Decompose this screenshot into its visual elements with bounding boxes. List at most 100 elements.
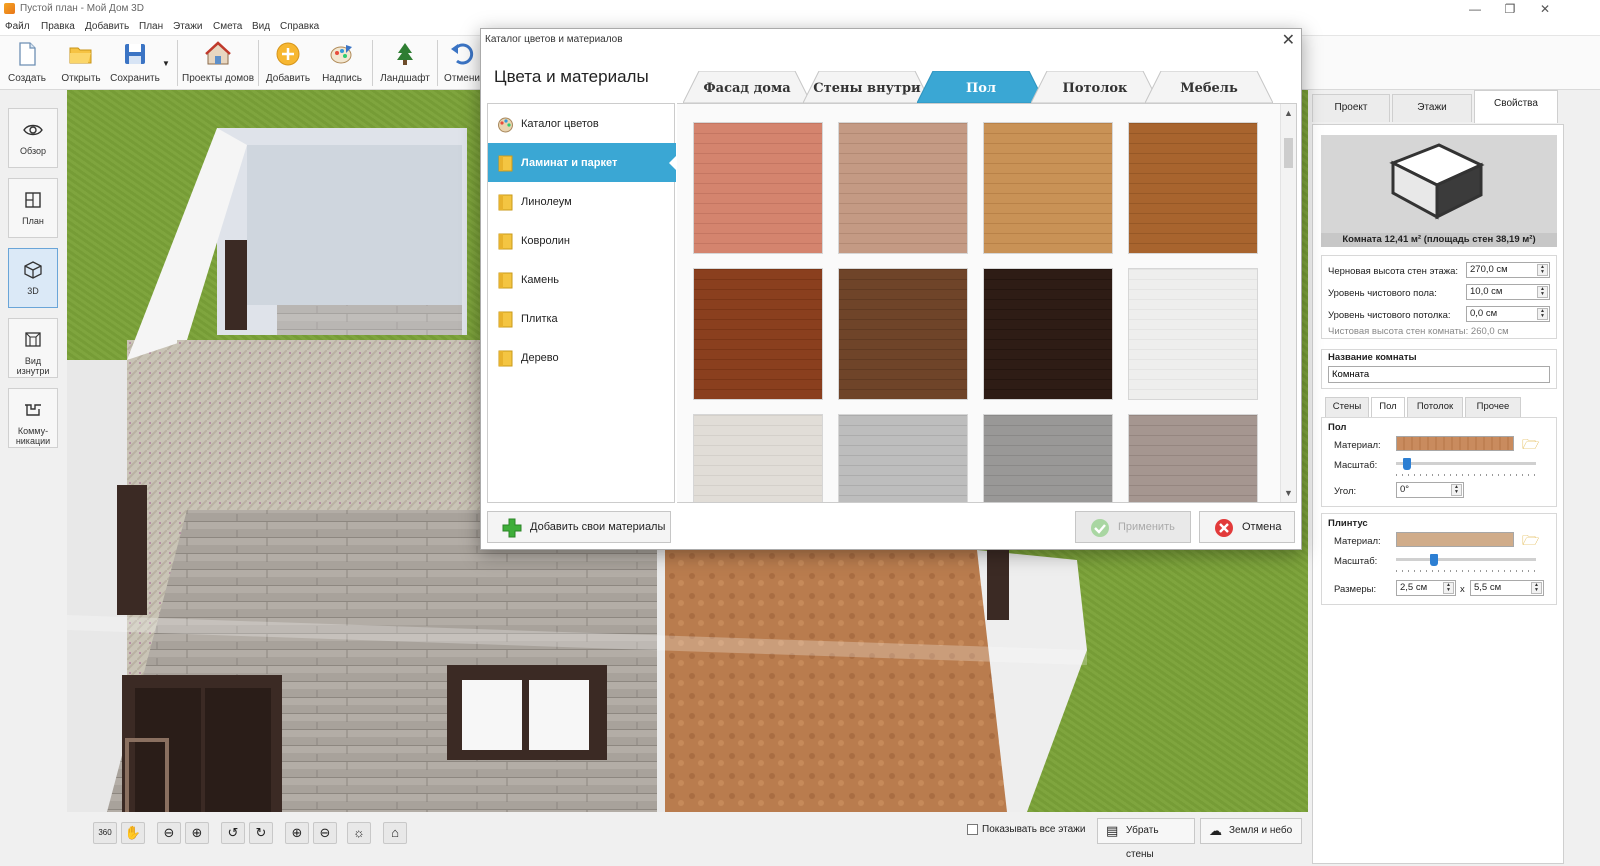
material-grid-scrollbar[interactable]: ▲ ▼: [1280, 104, 1296, 502]
zoom-in-icon[interactable]: ⊕: [185, 822, 209, 844]
floor-material-swatch[interactable]: [1396, 436, 1514, 451]
floor-scale-thumb[interactable]: [1403, 458, 1412, 470]
plan-view-button[interactable]: План: [8, 178, 58, 238]
home-icon[interactable]: ⌂: [383, 822, 407, 844]
save-button[interactable]: Сохранить: [108, 39, 162, 87]
plinth-size-a-input[interactable]: 2,5 см ▲ ▼: [1396, 580, 1456, 596]
material-swatch[interactable]: [693, 414, 823, 502]
open-button[interactable]: Открыть: [58, 39, 104, 87]
floor-level-input[interactable]: 10,0 см ▲ ▼: [1466, 284, 1550, 300]
zoom-out-icon[interactable]: ⊖: [157, 822, 181, 844]
plinth-scale-thumb[interactable]: [1429, 554, 1438, 566]
spin-arrows-icon[interactable]: ▲ ▼: [1531, 582, 1542, 594]
menu-view[interactable]: Вид: [252, 21, 270, 32]
restore-button[interactable]: ❐: [1495, 1, 1525, 17]
scroll-down-icon[interactable]: ▼: [1284, 488, 1293, 498]
plinth-size-b-input[interactable]: 5,5 см ▲ ▼: [1470, 580, 1544, 596]
tilt-up-icon[interactable]: ⊕: [285, 822, 309, 844]
tab-ceiling[interactable]: Потолок: [1031, 71, 1159, 103]
rotate-right-icon[interactable]: ↻: [249, 822, 273, 844]
scroll-thumb[interactable]: [1284, 138, 1293, 168]
rough-height-input[interactable]: 270,0 см ▲ ▼: [1466, 262, 1550, 278]
rotate-left-icon[interactable]: ↺: [221, 822, 245, 844]
tab-project[interactable]: Проект: [1312, 94, 1390, 122]
save-dropdown-button[interactable]: ▼: [160, 39, 172, 87]
earth-sky-button[interactable]: ☁ Земля и небо: [1200, 818, 1302, 844]
category-wood[interactable]: Дерево: [488, 338, 676, 377]
tab-furniture[interactable]: Мебель: [1145, 71, 1273, 103]
floor-angle-input[interactable]: 0° ▲ ▼: [1396, 482, 1464, 498]
show-all-floors-checkbox[interactable]: [967, 824, 978, 835]
ceiling-level-input[interactable]: 0,0 см ▲ ▼: [1466, 306, 1550, 322]
spin-arrows-icon[interactable]: ▲ ▼: [1537, 308, 1548, 320]
tab-properties[interactable]: Свойства: [1474, 90, 1558, 123]
hand-icon[interactable]: ✋: [121, 822, 145, 844]
plinth-scale-slider[interactable]: [1396, 558, 1536, 561]
material-swatch[interactable]: [983, 268, 1113, 400]
subtab-other[interactable]: Прочее: [1465, 397, 1521, 417]
size-separator: x: [1460, 584, 1465, 595]
communications-button[interactable]: Комму-никации: [8, 388, 58, 448]
category-laminate[interactable]: Ламинат и паркет: [488, 143, 677, 182]
category-stone[interactable]: Камень: [488, 260, 676, 299]
tilt-down-icon[interactable]: ⊖: [313, 822, 337, 844]
house-projects-button[interactable]: Проекты домов: [182, 39, 254, 87]
light-icon[interactable]: ☼: [347, 822, 371, 844]
scroll-up-icon[interactable]: ▲: [1284, 108, 1293, 118]
tab-facade[interactable]: Фасад дома: [683, 71, 811, 103]
add-button[interactable]: Добавить: [264, 39, 312, 87]
subtab-walls[interactable]: Стены: [1325, 397, 1369, 417]
category-carpet[interactable]: Ковролин: [488, 221, 676, 260]
360-icon[interactable]: 360: [93, 822, 117, 844]
remove-walls-button[interactable]: ▤ Убрать стены: [1097, 818, 1195, 860]
spin-arrows-icon[interactable]: ▲ ▼: [1537, 264, 1548, 276]
menu-plan[interactable]: План: [139, 21, 163, 32]
menu-help[interactable]: Справка: [280, 21, 319, 32]
menu-floors[interactable]: Этажи: [173, 21, 203, 32]
plinth-material-swatch[interactable]: [1396, 532, 1514, 547]
material-swatch[interactable]: [1128, 122, 1258, 254]
material-swatch[interactable]: [693, 122, 823, 254]
category-linoleum[interactable]: Линолеум: [488, 182, 676, 221]
menu-add[interactable]: Добавить: [85, 21, 129, 32]
create-button[interactable]: Создать: [4, 39, 50, 87]
room-name-input[interactable]: [1328, 366, 1550, 383]
subtab-ceiling[interactable]: Потолок: [1407, 397, 1463, 417]
material-swatch[interactable]: [983, 414, 1113, 502]
apply-button[interactable]: Применить: [1075, 511, 1191, 543]
cancel-button[interactable]: Отмена: [1199, 511, 1295, 543]
landscape-button[interactable]: Ландшафт: [378, 39, 432, 87]
category-color-catalog[interactable]: Каталог цветов: [488, 104, 676, 143]
material-swatch[interactable]: [983, 122, 1113, 254]
folder-icon[interactable]: 🗁: [1522, 530, 1539, 554]
floor-scale-slider[interactable]: [1396, 462, 1536, 465]
subtab-floor[interactable]: Пол: [1371, 397, 1405, 418]
menu-estimate[interactable]: Смета: [213, 21, 242, 32]
add-own-materials-button[interactable]: Добавить свои материалы: [487, 511, 671, 543]
palette-icon: [498, 117, 513, 133]
menu-file[interactable]: Файл: [5, 21, 30, 32]
tab-floors[interactable]: Этажи: [1392, 94, 1472, 122]
material-swatch[interactable]: [838, 268, 968, 400]
minimize-button[interactable]: —: [1460, 1, 1490, 17]
close-icon[interactable]: ✕: [1282, 30, 1295, 50]
tab-interior-walls[interactable]: Стены внутри: [803, 71, 931, 103]
close-window-button[interactable]: ✕: [1530, 1, 1560, 17]
spin-arrows-icon[interactable]: ▲ ▼: [1451, 484, 1462, 496]
material-swatch[interactable]: [693, 268, 823, 400]
view-3d-button[interactable]: 3D: [8, 248, 58, 308]
inside-view-button[interactable]: Вид изнутри: [8, 318, 58, 378]
category-tile[interactable]: Плитка: [488, 299, 676, 338]
material-swatch[interactable]: [1128, 268, 1258, 400]
overview-button[interactable]: Обзор: [8, 108, 58, 168]
tab-floor[interactable]: Пол: [917, 71, 1045, 103]
undo-button[interactable]: Отмени: [442, 39, 482, 87]
material-swatch[interactable]: [1128, 414, 1258, 502]
material-swatch[interactable]: [838, 122, 968, 254]
folder-icon[interactable]: 🗁: [1522, 434, 1539, 458]
menu-edit[interactable]: Правка: [41, 21, 75, 32]
spin-arrows-icon[interactable]: ▲ ▼: [1537, 286, 1548, 298]
label-button[interactable]: Надпись: [318, 39, 366, 87]
material-swatch[interactable]: [838, 414, 968, 502]
spin-arrows-icon[interactable]: ▲ ▼: [1443, 582, 1454, 594]
